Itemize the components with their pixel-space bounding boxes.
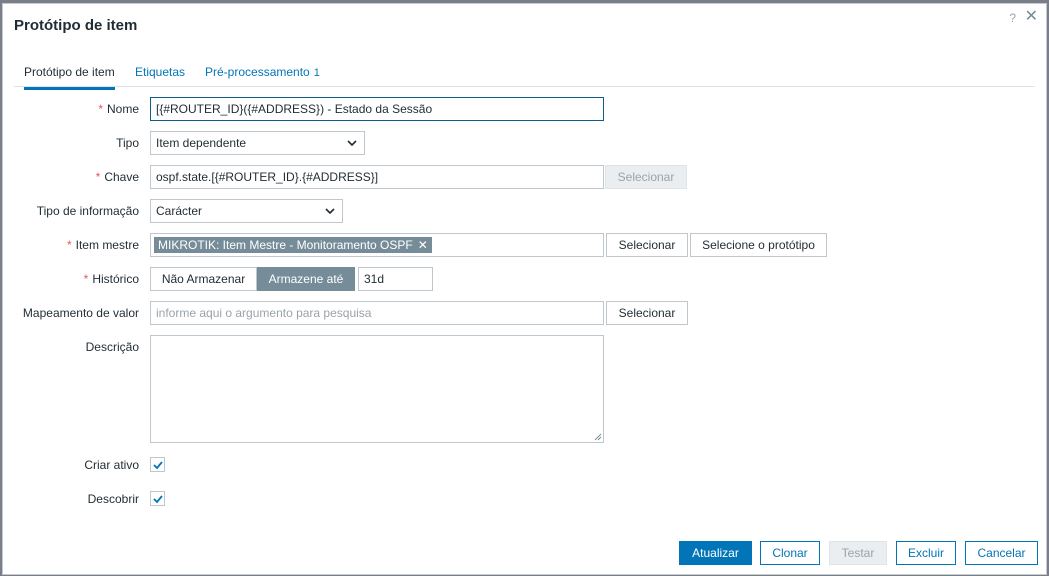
key-input[interactable]: ospf.state.[{#ROUTER_ID}.{#ADDRESS}]	[150, 165, 604, 189]
required-marker: *	[66, 238, 72, 252]
master-item-label: * Item mestre	[66, 238, 139, 252]
checkmark-icon	[153, 461, 163, 470]
master-item-select-button[interactable]: Selecionar	[606, 233, 688, 257]
tab-label: Etiquetas	[135, 65, 186, 79]
master-item-chip: MIKROTIK: Item Mestre - Monitoramento OS…	[154, 237, 432, 253]
update-button[interactable]: Atualizar	[679, 541, 752, 565]
discover-checkbox[interactable]	[150, 491, 165, 506]
checkmark-icon	[153, 495, 163, 504]
history-period-input[interactable]: 31d	[358, 267, 433, 291]
type-select-value: Item dependente	[156, 136, 247, 150]
tab-label: Protótipo de item	[24, 65, 115, 79]
type-label: Tipo	[116, 136, 139, 150]
discover-label: Descobrir	[87, 492, 139, 506]
tab-preprocessing[interactable]: Pré-processamento 1	[205, 65, 320, 87]
tab-tags[interactable]: Etiquetas	[135, 65, 185, 87]
help-icon[interactable]: ?	[1009, 11, 1016, 25]
tab-bar: Protótipo de item Etiquetas Pré-processa…	[14, 59, 1035, 90]
remove-chip-icon[interactable]: ✕	[418, 238, 428, 252]
dialog-title: Protótipo de item	[14, 17, 138, 34]
description-label: Descrição	[85, 340, 139, 354]
value-mapping-input[interactable]: informe aqui o argumento para pesquisa	[150, 301, 604, 325]
info-type-select-value: Carácter	[156, 204, 203, 218]
close-icon[interactable]: ✕	[1025, 8, 1038, 26]
required-marker: *	[83, 272, 89, 286]
required-marker: *	[98, 102, 103, 116]
history-store-up-to-option[interactable]: Armazene até	[257, 267, 355, 291]
cancel-button[interactable]: Cancelar	[965, 541, 1038, 565]
name-label: * Nome	[98, 102, 139, 116]
delete-button[interactable]: Excluir	[896, 541, 956, 565]
tab-label: Pré-processamento	[205, 65, 310, 79]
key-label: * Chave	[95, 170, 139, 184]
tab-count-badge: 1	[313, 67, 320, 79]
info-type-select[interactable]: Carácter	[150, 199, 343, 223]
value-mapping-select-button[interactable]: Selecionar	[606, 301, 688, 325]
test-button[interactable]: Testar	[829, 541, 887, 565]
name-input[interactable]: [{#ROUTER_ID}({#ADDRESS}) - Estado da Se…	[150, 97, 604, 121]
chevron-down-icon	[347, 140, 357, 147]
history-do-not-store-option[interactable]: Não Armazenar	[150, 267, 257, 291]
create-enabled-checkbox[interactable]	[150, 457, 165, 472]
description-textarea[interactable]	[150, 335, 604, 443]
value-mapping-label: Mapeamento de valor	[22, 306, 139, 320]
type-select[interactable]: Item dependente	[150, 131, 365, 155]
master-item-multiselect[interactable]: MIKROTIK: Item Mestre - Monitoramento OS…	[150, 233, 604, 257]
tab-item-prototype[interactable]: Protótipo de item	[24, 65, 115, 90]
clone-button[interactable]: Clonar	[760, 541, 820, 565]
item-prototype-dialog: Protótipo de item ? ✕ Protótipo de item …	[2, 3, 1047, 575]
key-select-button[interactable]: Selecionar	[605, 165, 687, 189]
resize-handle-icon[interactable]	[594, 433, 602, 441]
create-enabled-label: Criar ativo	[84, 458, 139, 472]
info-type-label: Tipo de informação	[36, 204, 139, 218]
history-label: * Histórico	[83, 272, 139, 286]
required-marker: *	[95, 170, 101, 184]
chevron-down-icon	[325, 208, 335, 215]
select-prototype-button[interactable]: Selecione o protótipo	[690, 233, 827, 257]
